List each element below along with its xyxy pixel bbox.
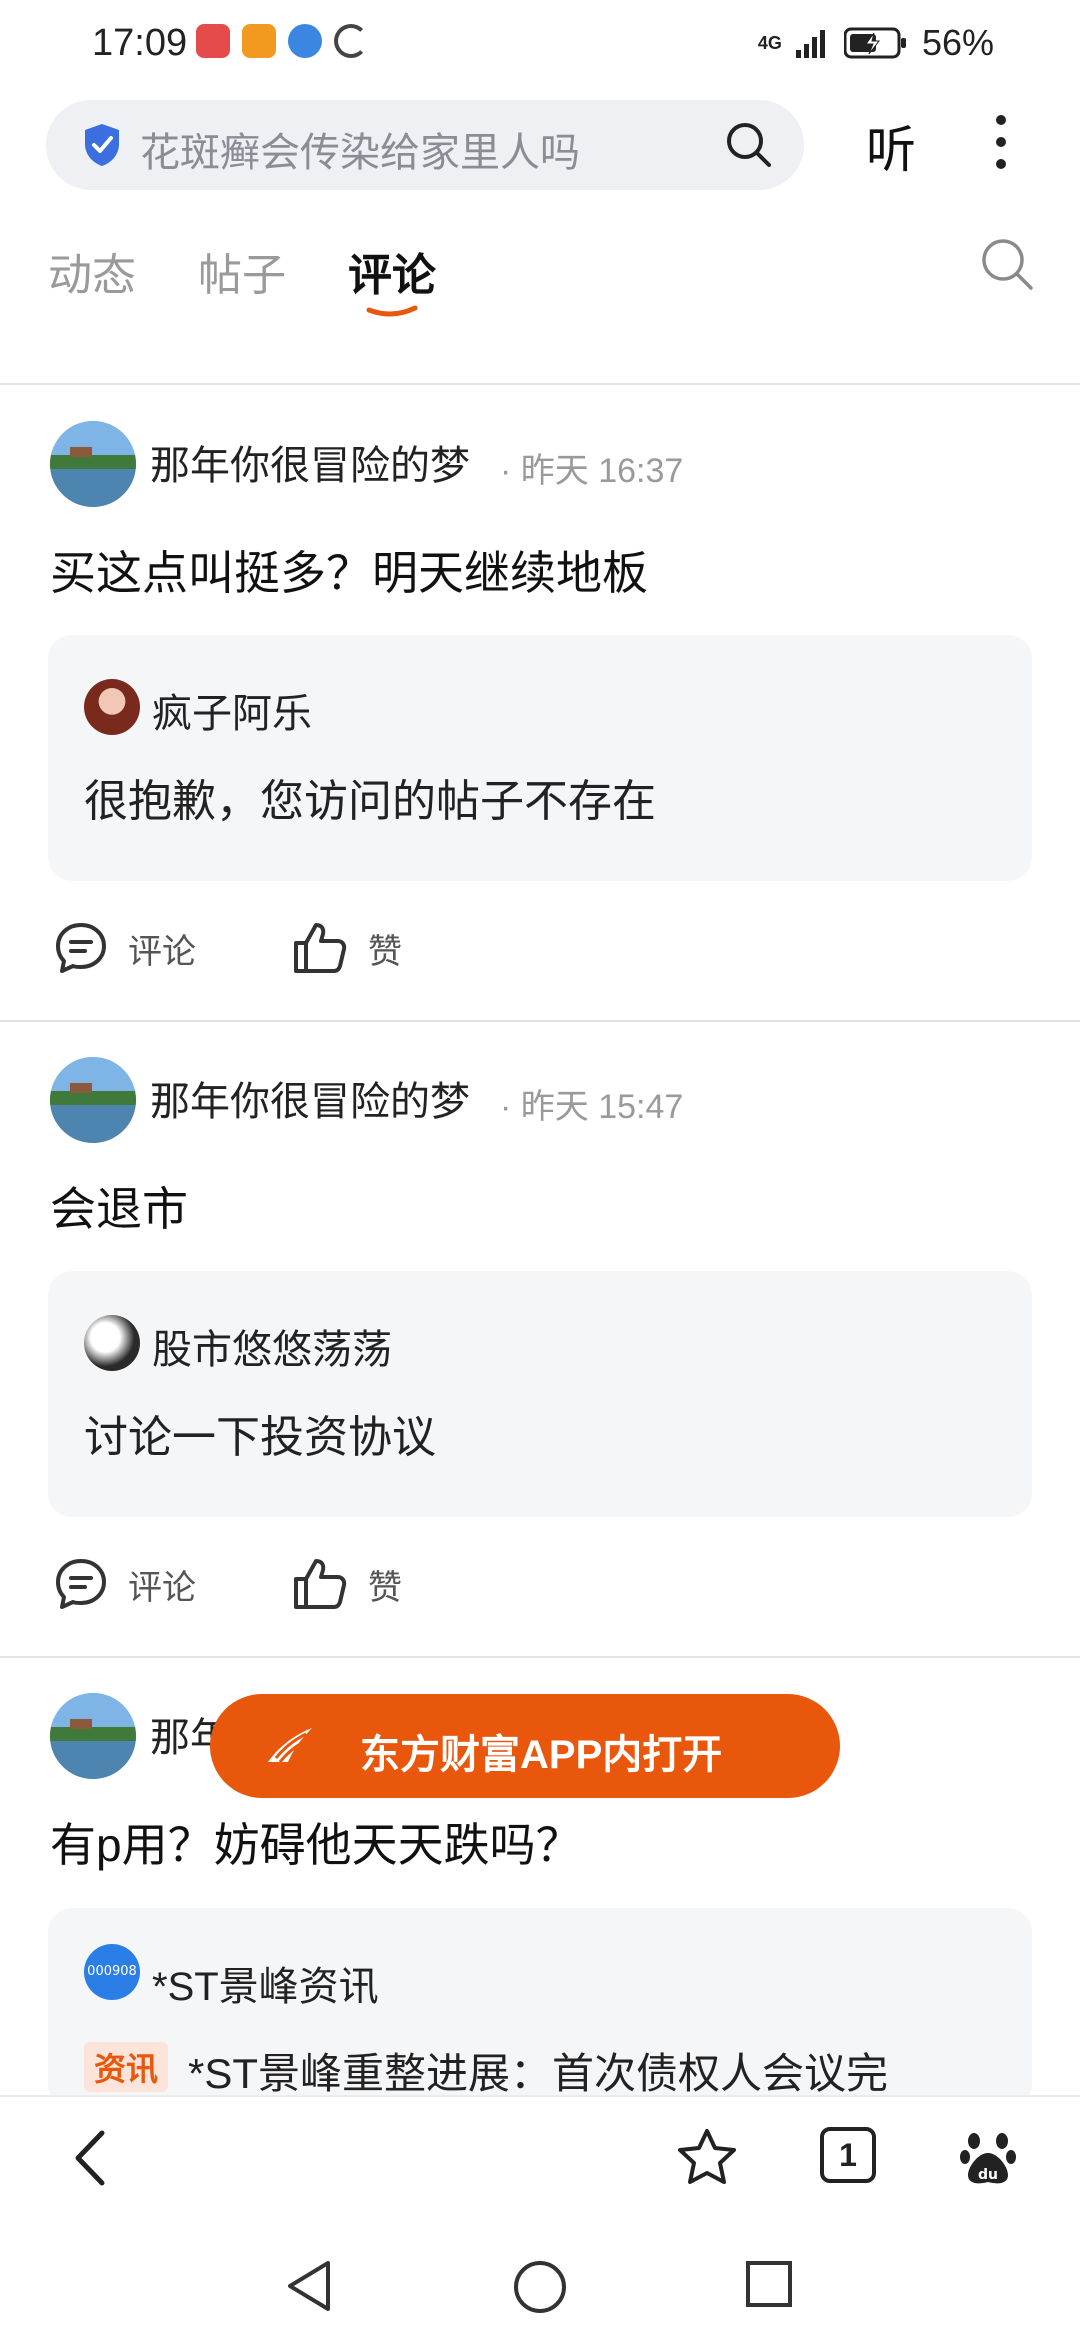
browser-toolbar: 1 du (0, 2095, 1080, 2215)
address-search-bar[interactable]: 花斑癣会传染给家里人吗 (46, 100, 804, 190)
tab-posts[interactable]: 帖子 (198, 239, 286, 303)
shield-icon (85, 124, 119, 166)
avatar[interactable] (50, 1057, 136, 1143)
username[interactable]: 那年你很冒险的梦 (150, 433, 470, 491)
quoted-username[interactable]: *ST景峰资讯 (152, 1954, 379, 2012)
open-in-app-label: 东方财富APP内打开 (360, 1733, 723, 1777)
avatar[interactable] (50, 1693, 136, 1779)
system-navigation-bar (0, 2215, 1080, 2340)
back-icon[interactable] (66, 2127, 116, 2189)
tab-dynamics[interactable]: 动态 (48, 239, 136, 303)
system-back-icon[interactable] (284, 2259, 334, 2313)
signal-icon (795, 30, 825, 58)
status-app-icons (196, 24, 368, 58)
quoted-username[interactable]: 疯子阿乐 (152, 681, 312, 739)
comment-text[interactable]: 会退市 (50, 1173, 188, 1239)
quoted-username[interactable]: 股市悠悠荡荡 (152, 1317, 392, 1375)
open-in-app-button[interactable]: 东方财富APP内打开 (210, 1694, 840, 1798)
bookmark-star-icon[interactable] (676, 2127, 738, 2189)
avatar[interactable] (50, 421, 136, 507)
tab-search-icon[interactable] (978, 235, 1036, 293)
lake-scenery-image (50, 1693, 136, 1779)
username[interactable]: 那年你很冒险的梦 (150, 1069, 470, 1127)
tabs-count-button[interactable]: 1 (820, 2127, 876, 2183)
search-query-text[interactable]: 花斑癣会传染给家里人吗 (140, 120, 580, 178)
news-headline[interactable]: *ST景峰重整进展：首次债权人会议完 (188, 2040, 888, 2101)
eastmoney-logo-icon (268, 1728, 312, 1763)
battery-percent: 56% (921, 22, 994, 63)
post-time: · 昨天 15:47 (500, 1088, 684, 1126)
quoted-text: 很抱歉，您访问的帖子不存在 (84, 777, 656, 826)
news-tag: 资讯 (84, 2042, 169, 2092)
system-recents-icon[interactable] (744, 2259, 794, 2309)
status-bar: 17:09 4G 56% (0, 0, 1080, 92)
tab-comments[interactable]: 评论 (348, 239, 436, 303)
system-home-icon[interactable] (512, 2259, 568, 2315)
quoted-text: 讨论一下投资协议 (84, 1413, 436, 1462)
network-type: 4G (757, 32, 782, 53)
search-icon[interactable] (724, 120, 774, 170)
status-indicators: 4G 56% (758, 22, 994, 64)
comment-text[interactable]: 有p用？妨碍他天天跌吗？ (50, 1809, 582, 1875)
quoted-post[interactable]: 疯子阿乐 很抱歉，您访问的帖子不存在 (48, 635, 1032, 881)
lake-scenery-image (50, 421, 136, 507)
baidu-paw-icon[interactable]: du (960, 2127, 1016, 2187)
quoted-user-avatar (84, 679, 140, 735)
battery-icon (843, 27, 906, 59)
status-time: 17:09 (92, 22, 188, 64)
huawei-app-icon (196, 24, 230, 58)
comment-post[interactable]: 那年你很冒险的梦 · 昨天 15:47 会退市 股市悠悠荡荡 讨论一下投资协议 … (0, 941, 1080, 1609)
comment-text[interactable]: 买这点叫挺多？明天继续地板 (50, 537, 648, 603)
svg-text:du: du (978, 2167, 998, 2183)
quoted-post[interactable]: 股市悠悠荡荡 讨论一下投资协议 (48, 1271, 1032, 1517)
profile-tabs: 动态 帖子 评论 (0, 225, 1080, 317)
listen-button[interactable]: 听 (866, 110, 916, 182)
stock-code-badge: 000908 (84, 1944, 140, 2000)
video-app-icon (242, 24, 276, 58)
post-time: · 昨天 16:37 (500, 452, 684, 490)
quoted-user-avatar (84, 1315, 140, 1371)
quoted-news[interactable]: 000908 *ST景峰资讯 资讯 *ST景峰重整进展：首次债权人会议完 (48, 1908, 1032, 2108)
browser-app-icon (288, 24, 322, 58)
loading-icon (334, 24, 368, 58)
lake-scenery-image (50, 1057, 136, 1143)
comment-post[interactable]: 那年你很冒险的梦 · 昨天 16:37 买这点叫挺多？明天继续地板 疯子阿乐 很… (0, 305, 1080, 973)
comment-feed: 那年你很冒险的梦 · 昨天 16:37 买这点叫挺多？明天继续地板 疯子阿乐 很… (0, 305, 1080, 2095)
more-menu-icon[interactable] (986, 112, 1016, 172)
